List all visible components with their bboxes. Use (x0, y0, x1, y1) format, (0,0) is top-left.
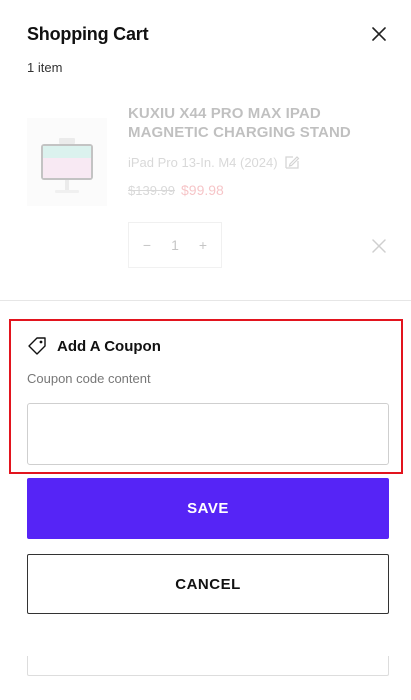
edit-icon[interactable] (284, 154, 300, 170)
tag-icon (27, 336, 47, 356)
cart-header: Shopping Cart 1 item (27, 22, 391, 75)
quantity-value: 1 (171, 237, 179, 253)
product-image[interactable] (27, 118, 107, 206)
product-name[interactable]: KUXIU X44 PRO MAX IPAD MAGNETIC CHARGING… (128, 104, 368, 142)
variant-label: iPad Pro 13-In. M4 (2024) (128, 154, 278, 170)
product-info: KUXIU X44 PRO MAX IPAD MAGNETIC CHARGING… (128, 104, 368, 198)
coupon-section: Add A Coupon Coupon code content (9, 319, 403, 474)
coupon-title: Add A Coupon (57, 337, 161, 355)
decrease-button[interactable]: − (139, 237, 155, 253)
coupon-code-input[interactable] (27, 403, 389, 465)
page-title: Shopping Cart (27, 24, 149, 44)
item-count: 1 item (27, 60, 63, 75)
quantity-stepper: − 1 + (128, 222, 222, 268)
product-variant[interactable]: iPad Pro 13-In. M4 (2024) (128, 154, 368, 170)
price-group: $139.99 $99.98 (128, 182, 368, 198)
section-divider (0, 300, 411, 301)
coupon-hint: Coupon code content (27, 371, 151, 386)
coupon-header: Add A Coupon (27, 336, 161, 356)
cart-item: KUXIU X44 PRO MAX IPAD MAGNETIC CHARGING… (27, 104, 391, 274)
save-button[interactable]: SAVE (27, 478, 389, 539)
original-price: $139.99 (128, 183, 175, 198)
increase-button[interactable]: + (195, 237, 211, 253)
cancel-button[interactable]: CANCEL (27, 554, 389, 614)
close-icon[interactable] (367, 22, 391, 46)
sale-price: $99.98 (181, 182, 224, 198)
remove-item-icon[interactable] (369, 236, 389, 256)
partial-element (27, 656, 389, 676)
